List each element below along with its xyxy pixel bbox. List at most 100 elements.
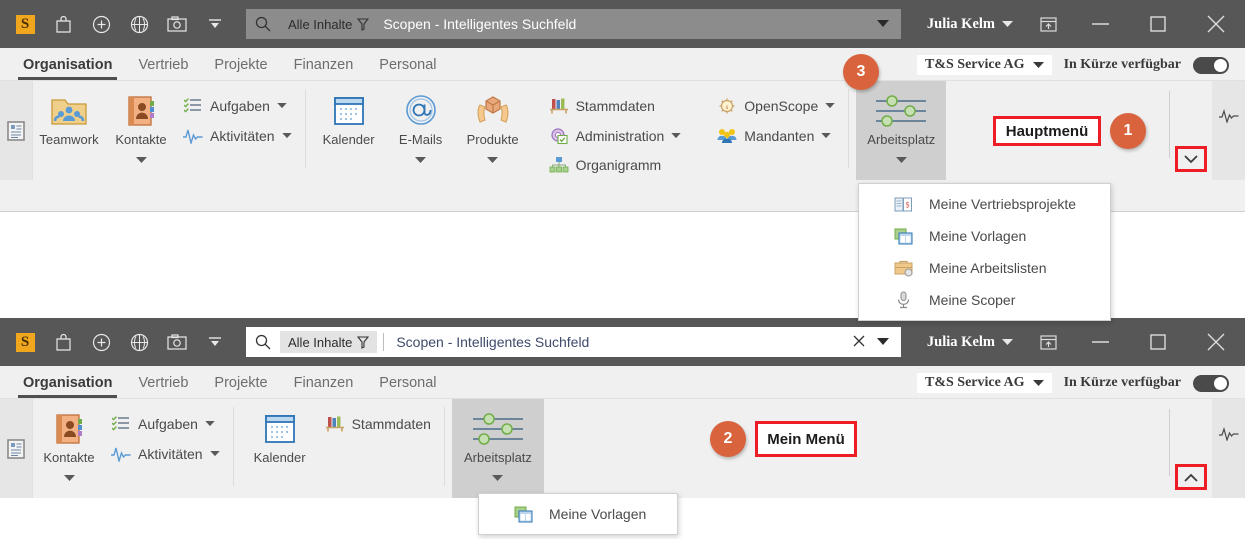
search-icon <box>246 334 280 350</box>
tab-finanzen[interactable]: Finanzen <box>281 375 367 398</box>
close-button[interactable] <box>1187 0 1245 48</box>
callout-badge-1: 1 <box>1110 113 1146 149</box>
menu-item-meine-scoper[interactable]: Meine Scoper <box>859 284 1110 316</box>
ribbon-button-kontakte[interactable]: Kontakte <box>33 399 105 498</box>
clear-search-icon[interactable] <box>845 334 873 351</box>
add-circle-icon[interactable] <box>84 7 118 41</box>
ribbon-button-kalender[interactable]: Kalender <box>313 81 385 180</box>
ribbon-button-mandanten[interactable]: Mandanten <box>711 121 841 151</box>
availability-toggle[interactable] <box>1193 56 1229 74</box>
ribbon-button-aufgaben[interactable]: Aufgaben <box>105 409 226 439</box>
add-circle-icon[interactable] <box>84 325 118 359</box>
minimize-button[interactable] <box>1071 0 1129 48</box>
menu-item-meine-arbeitslisten[interactable]: Meine Arbeitslisten <box>859 252 1110 284</box>
chevron-down-icon[interactable] <box>63 469 75 487</box>
menu-item-meine-vertriebsprojekte[interactable]: $ Meine Vertriebsprojekte <box>859 188 1110 220</box>
menu-item-meine-vorlagen[interactable]: Meine Vorlagen <box>859 220 1110 252</box>
search-scope-filter[interactable]: Alle Inhalte <box>280 331 378 353</box>
organisation-selector[interactable]: T&S Service AG <box>917 55 1052 75</box>
search-divider <box>383 333 385 351</box>
ribbon-button-organigramm[interactable]: Organigramm <box>543 150 688 180</box>
close-button[interactable] <box>1187 318 1245 366</box>
ribbon-sidebar-activity[interactable] <box>1212 81 1245 180</box>
tab-projekte[interactable]: Projekte <box>201 57 280 80</box>
organisation-selector[interactable]: T&S Service AG <box>917 373 1052 393</box>
user-name-label: Julia Kelm <box>926 333 995 350</box>
search-scope-filter[interactable]: Alle Inhalte <box>280 13 377 35</box>
ribbon-expand-button[interactable] <box>1175 146 1207 172</box>
tab-personal[interactable]: Personal <box>366 375 449 398</box>
user-menu[interactable]: Julia Kelm <box>915 16 1025 33</box>
ribbon-button-stammdaten[interactable]: Stammdaten <box>543 91 688 121</box>
ribbon-button-openscope[interactable]: s OpenScope <box>711 91 841 121</box>
menu-item-meine-vorlagen[interactable]: Meine Vorlagen <box>479 498 677 530</box>
shopping-bag-icon[interactable] <box>46 325 80 359</box>
tab-personal[interactable]: Personal <box>366 57 449 80</box>
search-bar[interactable]: Alle Inhalte Scopen - Intelligentes Such… <box>246 9 901 39</box>
ribbon-button-label: Mandanten <box>744 128 815 144</box>
ribbon-button-aktivitaeten[interactable]: Aktivitäten <box>177 121 298 151</box>
search-dropdown-caret-icon[interactable] <box>873 333 901 351</box>
camera-icon[interactable] <box>160 7 194 41</box>
tab-projekte[interactable]: Projekte <box>201 375 280 398</box>
tasks-list-icon <box>111 415 131 433</box>
menu-item-label: Meine Vertriebsprojekte <box>929 196 1077 212</box>
activity-pulse-icon <box>1218 427 1238 441</box>
overflow-caret-icon[interactable] <box>198 325 232 359</box>
availability-toggle[interactable] <box>1193 374 1229 392</box>
ribbon-button-kalender[interactable]: Kalender <box>241 399 319 498</box>
ribbon-button-teamwork[interactable]: Teamwork <box>33 81 105 180</box>
ribbon-sidebar-activity[interactable] <box>1212 399 1245 498</box>
search-input[interactable]: Scopen - Intelligentes Suchfeld <box>390 334 845 350</box>
ribbon-button-label: Arbeitsplatz <box>867 132 936 147</box>
ribbon-button-administration[interactable]: Administration <box>543 121 688 151</box>
chevron-down-icon[interactable] <box>895 151 907 169</box>
tab-organisation[interactable]: Organisation <box>10 57 125 80</box>
tab-organisation[interactable]: Organisation <box>10 375 125 398</box>
ribbon-button-label: Arbeitsplatz <box>464 450 532 465</box>
ribbon-expand-cell <box>1170 399 1212 498</box>
ribbon-group-tools: Kalender E-Mails Produkte Stammdaten Adm… <box>313 81 842 180</box>
ribbon-launcher-icon[interactable] <box>0 399 33 498</box>
ribbon-button-arbeitsplatz[interactable]: Arbeitsplatz <box>451 399 544 498</box>
ribbon-button-aufgaben[interactable]: Aufgaben <box>177 91 298 121</box>
ribbon-button-stammdaten[interactable]: Stammdaten <box>319 409 437 439</box>
chevron-down-icon[interactable] <box>135 151 147 169</box>
shopping-bag-icon[interactable] <box>46 7 80 41</box>
ribbon-collapse-button[interactable] <box>1175 464 1207 490</box>
filter-funnel-icon <box>357 17 370 31</box>
ribbon-separator <box>443 407 445 486</box>
tab-vertrieb[interactable]: Vertrieb <box>125 375 201 398</box>
ribbon-separator <box>232 407 234 486</box>
tab-finanzen[interactable]: Finanzen <box>281 57 367 80</box>
chevron-down-icon[interactable] <box>487 151 499 169</box>
svg-text:s: s <box>726 103 729 111</box>
ribbon-group-organisation: Kontakte Aufgaben Aktivitäten <box>33 399 226 498</box>
globe-icon[interactable] <box>122 7 156 41</box>
chevron-down-icon[interactable] <box>415 151 427 169</box>
search-input[interactable]: Scopen - Intelligentes Suchfeld <box>377 16 873 32</box>
search-dropdown-caret-icon[interactable] <box>873 15 901 33</box>
ribbon-button-arbeitsplatz[interactable]: Arbeitsplatz <box>856 81 947 180</box>
camera-icon[interactable] <box>160 325 194 359</box>
tabbar-right-controls: T&S Service AG In Kürze verfügbar <box>917 55 1245 80</box>
maximize-button[interactable] <box>1129 0 1187 48</box>
maximize-button[interactable] <box>1129 318 1187 366</box>
ribbon-button-produkte[interactable]: Produkte <box>457 81 529 180</box>
ribbon-small-button-group-a: Aufgaben Aktivitäten <box>105 399 226 498</box>
application-window-bottom: S Alle Inhalte Scopen - Intelligentes Su… <box>0 318 1245 539</box>
user-menu[interactable]: Julia Kelm <box>915 334 1025 351</box>
search-bar[interactable]: Alle Inhalte Scopen - Intelligentes Such… <box>246 327 901 357</box>
tab-vertrieb[interactable]: Vertrieb <box>125 57 201 80</box>
window-dock-icon[interactable] <box>1025 318 1071 366</box>
globe-icon[interactable] <box>122 325 156 359</box>
overflow-caret-icon[interactable] <box>198 7 232 41</box>
ribbon-button-kontakte[interactable]: Kontakte <box>105 81 177 180</box>
minimize-button[interactable] <box>1071 318 1129 366</box>
title-bar: S Alle Inhalte Scopen - Intelligentes Su… <box>0 318 1245 366</box>
ribbon-launcher-icon[interactable] <box>0 81 33 180</box>
ribbon-button-emails[interactable]: E-Mails <box>385 81 457 180</box>
ribbon-button-aktivitaeten[interactable]: Aktivitäten <box>105 439 226 469</box>
chevron-down-icon[interactable] <box>492 469 504 487</box>
window-dock-icon[interactable] <box>1025 0 1071 48</box>
